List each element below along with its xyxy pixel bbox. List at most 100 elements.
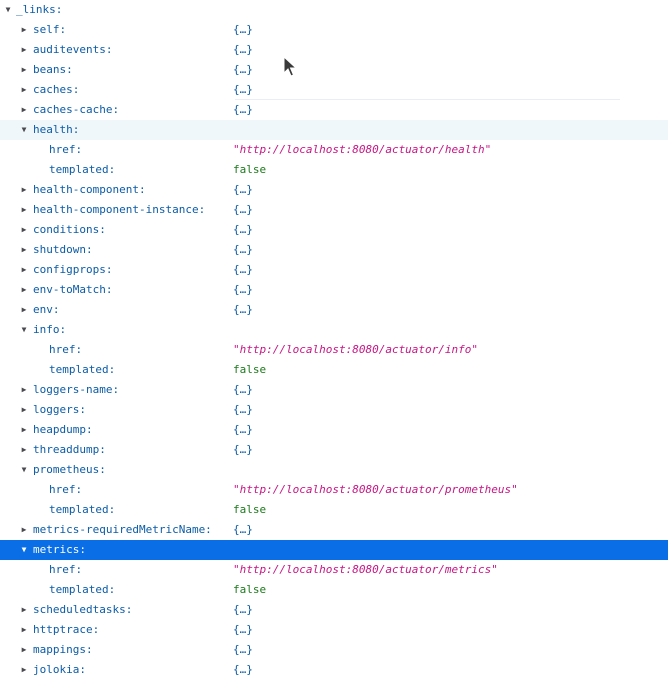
collapsed-twisty-icon[interactable]: ▶: [19, 380, 29, 400]
tree-row-caches[interactable]: ▶ caches: {…}: [0, 80, 668, 100]
collapsed-twisty-icon[interactable]: ▶: [19, 440, 29, 460]
collapsed-twisty-icon[interactable]: ▶: [19, 400, 29, 420]
tree-row-info-templated[interactable]: templated: false: [0, 360, 668, 380]
collapsed-twisty-icon[interactable]: ▶: [19, 300, 29, 320]
json-key: templated:: [49, 363, 116, 376]
collapsed-twisty-icon[interactable]: ▶: [19, 420, 29, 440]
json-string-value: "http://localhost:8080/actuator/metrics": [233, 563, 498, 576]
collapsed-twisty-icon[interactable]: ▶: [19, 20, 29, 40]
tree-row-scheduledtasks[interactable]: ▶ scheduledtasks: {…}: [0, 600, 668, 620]
json-value: {…}: [233, 243, 253, 256]
json-value: {…}: [233, 603, 253, 616]
collapsed-twisty-icon[interactable]: ▶: [19, 80, 29, 100]
json-key: auditevents:: [33, 43, 113, 56]
json-value: {…}: [233, 423, 253, 436]
json-string-value: "http://localhost:8080/actuator/info": [233, 343, 479, 356]
tree-row-info-href[interactable]: href: "http://localhost:8080/actuator/in…: [0, 340, 668, 360]
tree-row-env[interactable]: ▶ env: {…}: [0, 300, 668, 320]
json-value: {…}: [233, 223, 253, 236]
expanded-twisty-icon[interactable]: ▼: [19, 320, 29, 340]
collapsed-twisty-icon[interactable]: ▶: [19, 100, 29, 120]
json-key: heapdump:: [33, 423, 93, 436]
json-key: env:: [33, 303, 60, 316]
tree-row-links[interactable]: ▼ _links:: [0, 0, 668, 20]
json-value: {…}: [233, 383, 253, 396]
json-key: metrics-requiredMetricName:: [33, 523, 212, 536]
json-value: {…}: [233, 183, 253, 196]
json-value: {…}: [233, 403, 253, 416]
tree-row-metrics-href[interactable]: href: "http://localhost:8080/actuator/me…: [0, 560, 668, 580]
json-value: {…}: [233, 283, 253, 296]
json-key: href:: [49, 143, 83, 156]
json-key: configprops:: [33, 263, 113, 276]
collapsed-twisty-icon[interactable]: ▶: [19, 260, 29, 280]
json-key: templated:: [49, 163, 116, 176]
collapsed-twisty-icon[interactable]: ▶: [19, 60, 29, 80]
tree-row-loggers-name[interactable]: ▶ loggers-name: {…}: [0, 380, 668, 400]
tree-row-auditevents[interactable]: ▶ auditevents: {…}: [0, 40, 668, 60]
row-hover-underline: [235, 99, 620, 100]
tree-row-self[interactable]: ▶ self: {…}: [0, 20, 668, 40]
json-value: {…}: [233, 203, 253, 216]
json-key: beans:: [33, 63, 73, 76]
json-value: {…}: [233, 43, 253, 56]
json-key: mappings:: [33, 643, 93, 656]
tree-row-heapdump[interactable]: ▶ heapdump: {…}: [0, 420, 668, 440]
json-key: caches:: [33, 83, 80, 96]
tree-row-mappings[interactable]: ▶ mappings: {…}: [0, 640, 668, 660]
tree-row-prometheus[interactable]: ▼ prometheus:: [0, 460, 668, 480]
tree-row-metrics-templated[interactable]: templated: false: [0, 580, 668, 600]
tree-row-metrics-requiredmetricname[interactable]: ▶ metrics-requiredMetricName: {…}: [0, 520, 668, 540]
collapsed-twisty-icon[interactable]: ▶: [19, 600, 29, 620]
collapsed-twisty-icon[interactable]: ▶: [19, 220, 29, 240]
json-key: href:: [49, 563, 83, 576]
tree-row-info[interactable]: ▼ info:: [0, 320, 668, 340]
expanded-twisty-icon[interactable]: ▼: [3, 0, 13, 20]
tree-row-health-component-instance[interactable]: ▶ health-component-instance: {…}: [0, 200, 668, 220]
collapsed-twisty-icon[interactable]: ▶: [19, 240, 29, 260]
tree-row-shutdown[interactable]: ▶ shutdown: {…}: [0, 240, 668, 260]
tree-row-conditions[interactable]: ▶ conditions: {…}: [0, 220, 668, 240]
tree-row-health-href[interactable]: href: "http://localhost:8080/actuator/he…: [0, 140, 668, 160]
json-key: templated:: [49, 503, 116, 516]
tree-row-health-templated[interactable]: templated: false: [0, 160, 668, 180]
json-key: templated:: [49, 583, 116, 596]
expanded-twisty-icon[interactable]: ▼: [19, 120, 29, 140]
tree-row-loggers[interactable]: ▶ loggers: {…}: [0, 400, 668, 420]
json-key: env-toMatch:: [33, 283, 113, 296]
tree-row-httptrace[interactable]: ▶ httptrace: {…}: [0, 620, 668, 640]
collapsed-twisty-icon[interactable]: ▶: [19, 520, 29, 540]
tree-row-caches-cache[interactable]: ▶ caches-cache: {…}: [0, 100, 668, 120]
json-key: threaddump:: [33, 443, 106, 456]
tree-row-health[interactable]: ▼ health:: [0, 120, 668, 140]
json-value: {…}: [233, 303, 253, 316]
json-key: prometheus:: [33, 463, 106, 476]
tree-row-health-component[interactable]: ▶ health-component: {…}: [0, 180, 668, 200]
collapsed-twisty-icon[interactable]: ▶: [19, 280, 29, 300]
json-value: {…}: [233, 23, 253, 36]
json-viewer: ▼ _links: ▶ self: {…} ▶ auditevents: {…}…: [0, 0, 668, 680]
tree-row-configprops[interactable]: ▶ configprops: {…}: [0, 260, 668, 280]
tree-row-prometheus-href[interactable]: href: "http://localhost:8080/actuator/pr…: [0, 480, 668, 500]
collapsed-twisty-icon[interactable]: ▶: [19, 660, 29, 680]
expanded-twisty-icon[interactable]: ▼: [19, 540, 29, 560]
json-boolean-value: false: [233, 363, 267, 376]
collapsed-twisty-icon[interactable]: ▶: [19, 180, 29, 200]
tree-row-threaddump[interactable]: ▶ threaddump: {…}: [0, 440, 668, 460]
expanded-twisty-icon[interactable]: ▼: [19, 460, 29, 480]
tree-row-metrics-selected[interactable]: ▼ metrics:: [0, 540, 668, 560]
json-key: info:: [33, 323, 67, 336]
json-boolean-value: false: [233, 163, 267, 176]
tree-row-env-tomatch[interactable]: ▶ env-toMatch: {…}: [0, 280, 668, 300]
tree-row-jolokia[interactable]: ▶ jolokia: {…}: [0, 660, 668, 680]
collapsed-twisty-icon[interactable]: ▶: [19, 40, 29, 60]
json-key: self:: [33, 23, 67, 36]
json-value: {…}: [233, 83, 253, 96]
collapsed-twisty-icon[interactable]: ▶: [19, 620, 29, 640]
json-key: loggers:: [33, 403, 86, 416]
json-value: {…}: [233, 103, 253, 116]
collapsed-twisty-icon[interactable]: ▶: [19, 640, 29, 660]
collapsed-twisty-icon[interactable]: ▶: [19, 200, 29, 220]
tree-row-beans[interactable]: ▶ beans: {…}: [0, 60, 668, 80]
tree-row-prometheus-templated[interactable]: templated: false: [0, 500, 668, 520]
